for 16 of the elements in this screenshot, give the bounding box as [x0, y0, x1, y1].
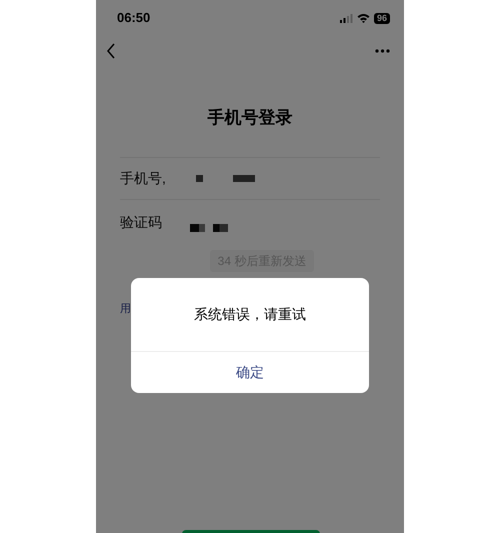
dialog-message: 系统错误，请重试	[194, 305, 306, 324]
field-label: 验证码	[120, 212, 163, 232]
confirm-button[interactable]: 确定	[131, 352, 369, 393]
signal-icon	[340, 14, 353, 22]
masked-value	[213, 224, 228, 232]
field-label: 手机号,	[120, 168, 164, 188]
wifi-icon	[356, 13, 370, 23]
page-title: 手机号登录	[208, 107, 292, 129]
agreement-link[interactable]: 用	[120, 302, 131, 314]
status-time: 06:50	[117, 9, 150, 28]
back-icon[interactable]	[106, 43, 116, 59]
masked-value	[233, 174, 255, 182]
more-icon[interactable]	[375, 49, 390, 53]
masked-value	[190, 224, 205, 232]
masked-value	[196, 174, 203, 182]
battery-icon: 96	[374, 12, 390, 24]
